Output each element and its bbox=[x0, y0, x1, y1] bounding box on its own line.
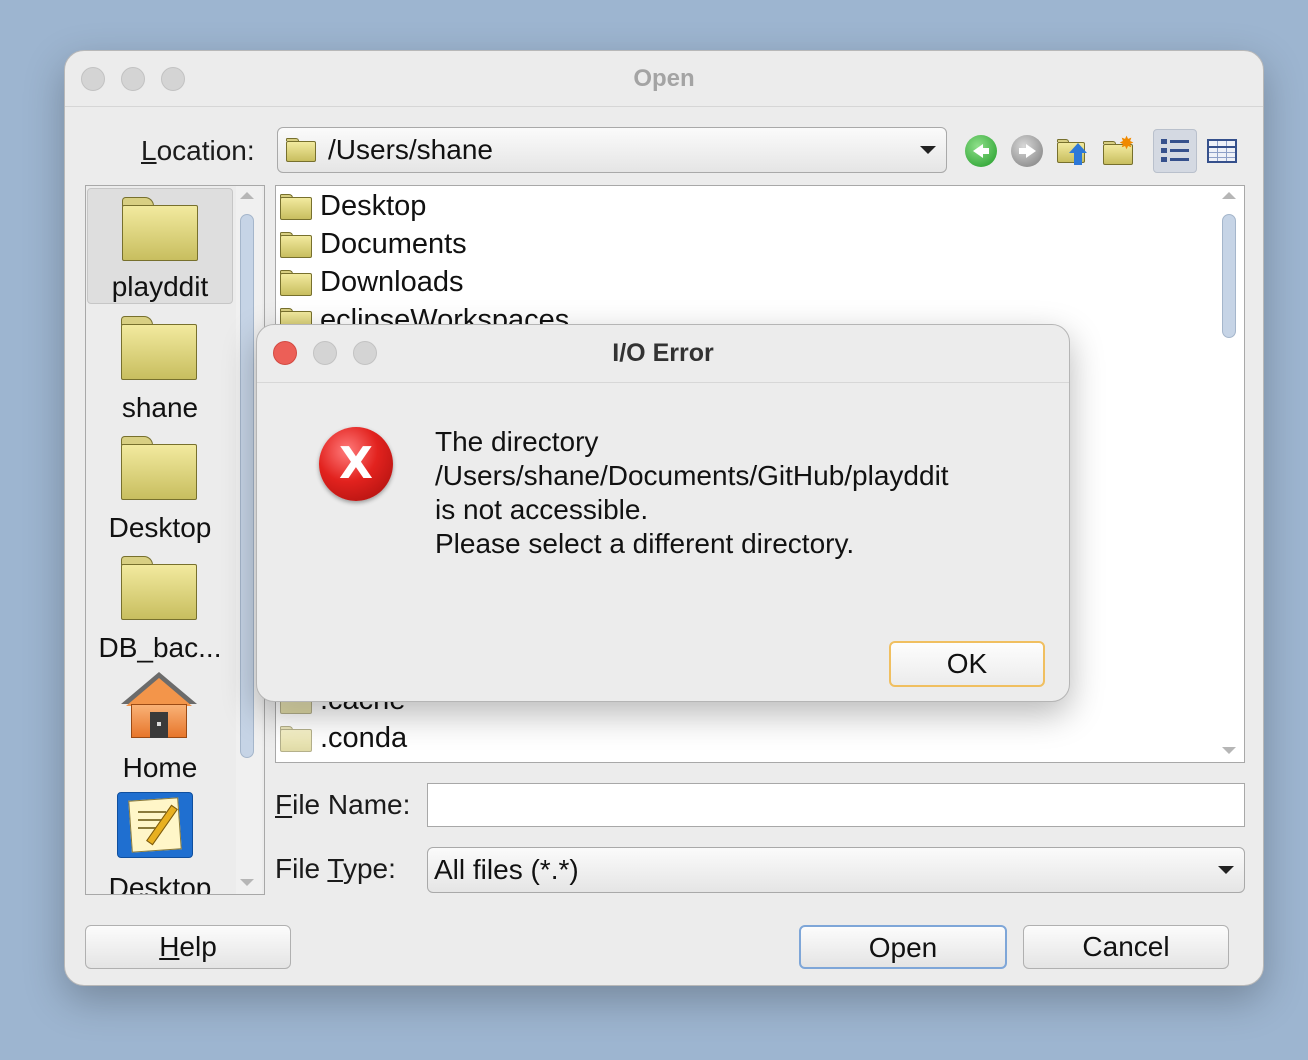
error-message-line: Please select a different directory. bbox=[435, 528, 855, 559]
dialog-title: I/O Error bbox=[612, 339, 714, 367]
folder-icon bbox=[280, 232, 312, 258]
error-message-line: is not accessible. bbox=[435, 494, 649, 525]
scroll-down-icon[interactable] bbox=[240, 879, 254, 886]
folder-icon bbox=[121, 316, 197, 380]
scroll-thumb[interactable] bbox=[1222, 214, 1236, 338]
place-label: shane bbox=[121, 392, 199, 423]
chevron-down-icon[interactable] bbox=[920, 146, 936, 154]
file-name: .conda bbox=[320, 722, 408, 754]
window-title: Open bbox=[633, 65, 695, 92]
desktop-doc-icon bbox=[117, 792, 193, 858]
folder-icon bbox=[280, 194, 312, 220]
file-type-label-pre: File bbox=[275, 853, 328, 884]
location-label-text: ocation: bbox=[156, 135, 255, 166]
details-view-button[interactable] bbox=[1203, 131, 1243, 171]
location-combobox[interactable]: /Users/shane bbox=[277, 127, 947, 173]
list-view-icon bbox=[1161, 138, 1189, 164]
error-message-line: The directory bbox=[435, 426, 599, 457]
location-mnemonic: L bbox=[141, 135, 157, 166]
io-error-dialog: I/O Error X The directory /Users/shane/D… bbox=[256, 324, 1070, 702]
place-label: Home bbox=[122, 752, 198, 783]
file-type-value: All files (*.*) bbox=[434, 854, 579, 885]
forward-icon bbox=[1011, 135, 1043, 167]
file-name-label-text: ile Name: bbox=[292, 789, 411, 820]
file-name: Downloads bbox=[320, 266, 464, 298]
error-message-line: /Users/shane/Documents/GitHub/playddit bbox=[435, 460, 949, 491]
place-label: DB_bac... bbox=[98, 632, 222, 663]
location-label: Location: bbox=[141, 135, 255, 167]
open-button[interactable]: Open bbox=[799, 925, 1007, 969]
help-mnemonic: H bbox=[159, 931, 180, 962]
file-name-label: File Name: bbox=[275, 789, 410, 821]
file-name: Desktop bbox=[320, 190, 427, 222]
folder-icon bbox=[286, 138, 316, 162]
file-type-label-text: ype: bbox=[342, 853, 396, 884]
back-button[interactable] bbox=[961, 131, 1001, 171]
help-label: elp bbox=[179, 931, 217, 962]
scroll-down-icon[interactable] bbox=[1222, 747, 1236, 754]
scroll-up-icon[interactable] bbox=[240, 192, 254, 199]
file-name: Documents bbox=[320, 228, 467, 260]
file-type-mnemonic: T bbox=[327, 853, 343, 884]
error-message: The directory /Users/shane/Documents/Git… bbox=[435, 425, 949, 561]
folder-icon bbox=[280, 726, 312, 752]
place-item-shane[interactable]: shane bbox=[87, 308, 233, 424]
file-name-mnemonic: F bbox=[275, 789, 293, 820]
place-label: Desktop bbox=[108, 872, 212, 895]
location-path: /Users/shane bbox=[328, 134, 493, 165]
up-folder-button[interactable] bbox=[1053, 131, 1093, 171]
scroll-thumb[interactable] bbox=[240, 214, 254, 758]
places-sidebar[interactable]: playddit shane Desktop DB_bac... Home De… bbox=[85, 185, 265, 895]
place-label: playddit bbox=[111, 271, 209, 302]
place-item-desktop[interactable]: Desktop bbox=[87, 428, 233, 544]
scroll-up-icon[interactable] bbox=[1222, 192, 1236, 199]
new-folder-button[interactable]: ✸ bbox=[1099, 131, 1139, 171]
error-icon: X bbox=[319, 427, 393, 501]
back-icon bbox=[965, 135, 997, 167]
folder-icon bbox=[280, 270, 312, 296]
help-button[interactable]: Help bbox=[85, 925, 291, 969]
file-type-label: File Type: bbox=[275, 853, 396, 885]
details-view-icon bbox=[1207, 139, 1237, 163]
file-list-scrollbar[interactable] bbox=[1218, 186, 1244, 762]
place-item-playddit[interactable]: playddit bbox=[87, 188, 233, 304]
place-item-home[interactable]: Home bbox=[87, 668, 233, 784]
file-type-select[interactable]: All files (*.*) bbox=[427, 847, 1245, 893]
place-label: Desktop bbox=[108, 512, 212, 543]
ok-button[interactable]: OK bbox=[889, 641, 1045, 687]
list-view-button[interactable] bbox=[1153, 129, 1197, 173]
folder-icon bbox=[121, 556, 197, 620]
chevron-down-icon[interactable] bbox=[1218, 866, 1234, 874]
dialog-titlebar: I/O Error bbox=[257, 325, 1069, 383]
cancel-button[interactable]: Cancel bbox=[1023, 925, 1229, 969]
place-item-db-backup[interactable]: DB_bac... bbox=[87, 548, 233, 664]
folder-icon bbox=[121, 436, 197, 500]
folder-icon bbox=[122, 197, 198, 261]
file-name-input[interactable] bbox=[427, 783, 1245, 827]
window-titlebar: Open bbox=[65, 51, 1263, 107]
forward-button[interactable] bbox=[1007, 131, 1047, 171]
home-icon bbox=[121, 672, 197, 742]
place-item-desktop-doc[interactable]: Desktop bbox=[87, 788, 233, 895]
